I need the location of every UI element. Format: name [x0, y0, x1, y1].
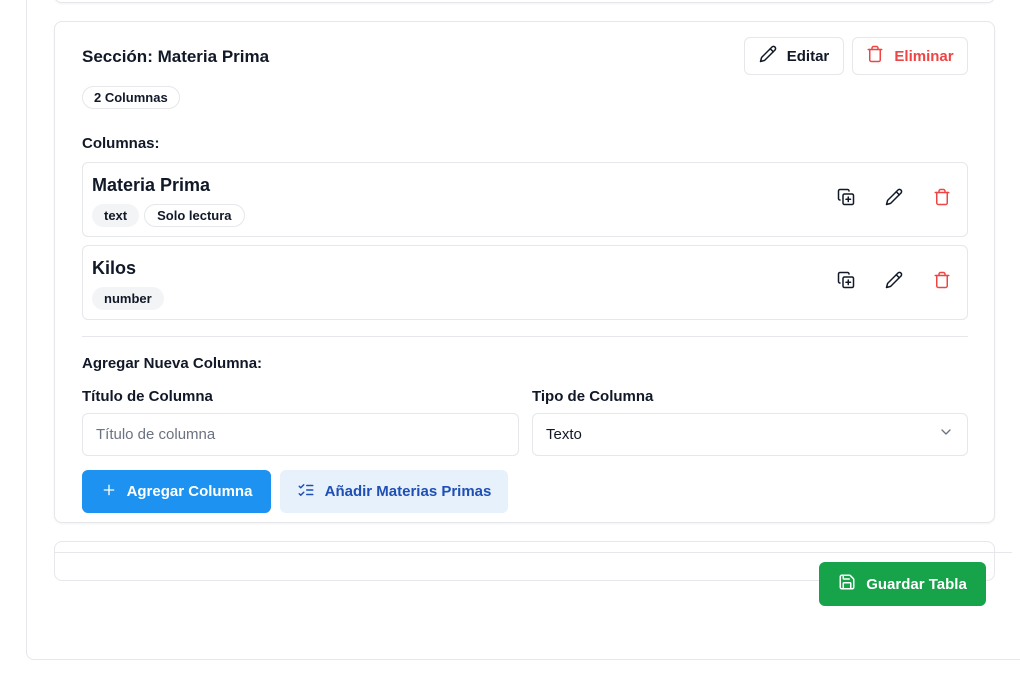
column-row-kilos: Kilos number [82, 245, 968, 320]
footer-divider [54, 552, 1012, 553]
edit-column-button[interactable] [885, 188, 903, 211]
pencil-icon [885, 188, 903, 211]
section-card: Sección: Materia Prima Editar Eliminar 2… [54, 21, 995, 523]
column-type-badge: text [92, 204, 140, 227]
column-type-badge: number [92, 287, 164, 310]
divider [82, 336, 968, 337]
column-type-select[interactable]: Texto [532, 413, 968, 456]
edit-column-button[interactable] [885, 271, 903, 294]
column-type-value: Texto [546, 426, 582, 443]
add-column-button[interactable]: Agregar Columna [82, 470, 271, 513]
trash-icon [933, 188, 951, 211]
save-table-button[interactable]: Guardar Tabla [819, 562, 986, 606]
copy-plus-icon [837, 271, 855, 294]
edit-section-label: Editar [786, 47, 830, 65]
column-row-materia-prima: Materia Prima text Solo lectura [82, 162, 968, 237]
column-title-label: Título de Columna [82, 388, 213, 405]
columns-label: Columnas: [82, 135, 160, 152]
previous-section-card [54, 0, 995, 3]
delete-column-button[interactable] [933, 271, 951, 294]
readonly-badge: Solo lectura [144, 204, 245, 227]
column-type-label: Tipo de Columna [532, 388, 654, 405]
pencil-icon [885, 271, 903, 294]
duplicate-column-button[interactable] [837, 271, 855, 294]
edit-section-button[interactable]: Editar [744, 37, 844, 75]
add-raw-materials-button[interactable]: Añadir Materias Primas [280, 470, 508, 513]
section-title: Sección: Materia Prima [82, 47, 270, 66]
add-raw-materials-label: Añadir Materias Primas [324, 483, 492, 500]
add-column-heading: Agregar Nueva Columna: [82, 355, 263, 372]
copy-plus-icon [837, 188, 855, 211]
chevron-down-icon [938, 424, 954, 445]
save-table-label: Guardar Tabla [866, 575, 967, 593]
plus-icon [101, 482, 117, 502]
column-title: Kilos [92, 258, 137, 278]
trash-icon [933, 271, 951, 294]
duplicate-column-button[interactable] [837, 188, 855, 211]
delete-column-button[interactable] [933, 188, 951, 211]
delete-section-button[interactable]: Eliminar [852, 37, 968, 75]
pencil-icon [759, 45, 777, 67]
list-checks-icon [297, 481, 315, 503]
column-count-badge: 2 Columnas [82, 86, 180, 109]
column-title-input[interactable] [82, 413, 519, 456]
save-icon [838, 573, 856, 595]
column-title: Materia Prima [92, 175, 211, 195]
add-column-label: Agregar Columna [126, 483, 253, 500]
delete-section-label: Eliminar [894, 47, 954, 65]
trash-icon [866, 45, 884, 67]
